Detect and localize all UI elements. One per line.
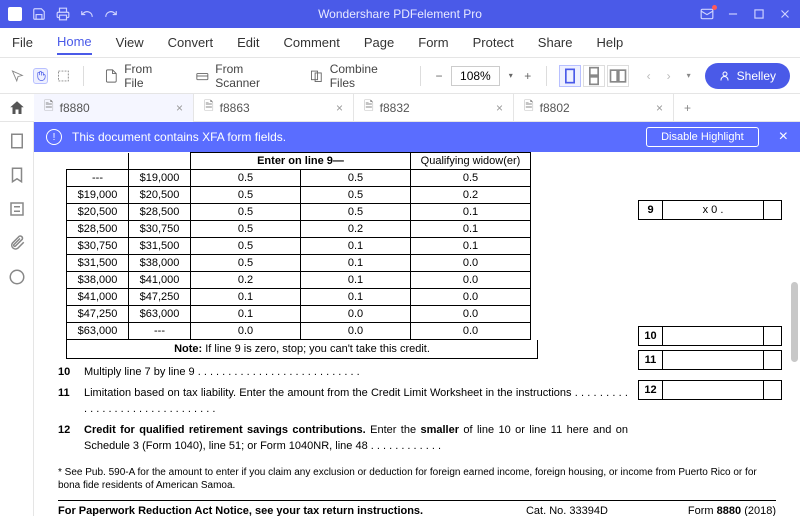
save-icon[interactable] [32, 7, 46, 21]
from-file-button[interactable]: From File [96, 58, 179, 94]
rate-table: Enter on line 9—Qualifying widow(er) ---… [66, 152, 531, 340]
side-box-9: 9x 0 . [638, 200, 782, 220]
menu-share[interactable]: Share [538, 31, 573, 54]
tab-f8802[interactable]: 🗎f8802× [514, 94, 674, 122]
sidebar [0, 122, 34, 516]
hand-icon[interactable] [33, 68, 48, 84]
banner-close-icon[interactable]: × [779, 128, 788, 146]
table-row: ---$19,0000.50.50.5 [67, 170, 531, 187]
tab-add-icon[interactable]: + [674, 101, 701, 115]
menu-convert[interactable]: Convert [168, 31, 214, 54]
menu-help[interactable]: Help [597, 31, 624, 54]
zoom-value[interactable]: 108% [451, 66, 500, 86]
note-row: Note: If line 9 is zero, stop; you can't… [66, 340, 538, 359]
menu-home[interactable]: Home [57, 30, 92, 55]
attachment-icon[interactable] [8, 234, 26, 252]
form-footer: For Paperwork Reduction Act Notice, see … [58, 500, 776, 516]
side-box-11: 11 [638, 350, 782, 370]
tab-f8832[interactable]: 🗎f8832× [354, 94, 514, 122]
document-tabs: 🗎f8880× 🗎f8863× 🗎f8832× 🗎f8802× + [0, 94, 800, 122]
next-icon[interactable]: › [661, 68, 677, 84]
table-row: $19,000$20,5000.50.50.2 [67, 187, 531, 204]
side-box-10: 10 [638, 326, 782, 346]
side-box-12: 12 [638, 380, 782, 400]
tab-close-icon[interactable]: × [496, 101, 503, 115]
document-viewport[interactable]: ! This document contains XFA form fields… [34, 122, 800, 516]
comment-icon[interactable] [8, 268, 26, 286]
tab-close-icon[interactable]: × [336, 101, 343, 115]
scrollbar[interactable] [791, 282, 798, 362]
table-row: $20,500$28,5000.50.50.1 [67, 204, 531, 221]
doc-icon: 🗎 [524, 97, 534, 118]
doc-icon: 🗎 [364, 97, 374, 118]
bookmark-icon[interactable] [8, 166, 26, 184]
view-continuous-icon[interactable] [583, 65, 605, 87]
thumbnails-icon[interactable] [8, 132, 26, 150]
menu-edit[interactable]: Edit [237, 31, 259, 54]
doc-icon: 🗎 [44, 97, 54, 118]
prev-icon[interactable]: ‹ [641, 68, 657, 84]
table-row: $47,250$63,0000.10.00.0 [67, 306, 531, 323]
close-icon[interactable] [778, 7, 792, 21]
toolbar: From File From Scanner Combine Files − 1… [0, 58, 800, 94]
minimize-icon[interactable] [726, 7, 740, 21]
table-row: $63,000---0.00.00.0 [67, 323, 531, 340]
menu-page[interactable]: Page [364, 31, 394, 54]
mail-icon[interactable] [700, 7, 714, 21]
pdf-page: 9x 0 . 10 11 12 Enter on line 9—Qualifyi… [34, 152, 800, 516]
menu-protect[interactable]: Protect [473, 31, 514, 54]
titlebar: Wondershare PDFelement Pro [0, 0, 800, 28]
tab-f8880[interactable]: 🗎f8880× [34, 94, 194, 122]
tab-f8863[interactable]: 🗎f8863× [194, 94, 354, 122]
redo-icon[interactable] [104, 7, 118, 21]
zoom-in-icon[interactable]: + [522, 68, 534, 84]
xfa-banner: ! This document contains XFA form fields… [34, 122, 800, 152]
table-row: $28,500$30,7500.50.20.1 [67, 221, 531, 238]
table-row: $30,750$31,5000.50.10.1 [67, 238, 531, 255]
zoom-dropdown-icon[interactable]: ▾ [506, 68, 516, 84]
menu-form[interactable]: Form [418, 31, 448, 54]
footnote: * See Pub. 590-A for the amount to enter… [58, 466, 776, 492]
table-row: $38,000$41,0000.20.10.0 [67, 272, 531, 289]
menu-comment[interactable]: Comment [284, 31, 340, 54]
menu-file[interactable]: File [12, 31, 33, 54]
table-row: $31,500$38,0000.50.10.0 [67, 255, 531, 272]
banner-text: This document contains XFA form fields. [72, 130, 286, 144]
file-icon [104, 68, 119, 84]
print-icon[interactable] [56, 7, 70, 21]
doc-icon: 🗎 [204, 97, 214, 118]
pointer-icon[interactable] [10, 68, 25, 84]
info-icon: ! [46, 129, 62, 145]
tab-close-icon[interactable]: × [656, 101, 663, 115]
home-icon[interactable] [8, 99, 26, 117]
select-icon[interactable] [56, 68, 71, 84]
from-scanner-button[interactable]: From Scanner [187, 58, 293, 94]
combine-files-button[interactable]: Combine Files [301, 58, 408, 94]
view-single-icon[interactable] [559, 65, 581, 87]
maximize-icon[interactable] [752, 7, 766, 21]
undo-icon[interactable] [80, 7, 94, 21]
disable-highlight-button[interactable]: Disable Highlight [646, 127, 759, 147]
user-icon [719, 70, 731, 82]
window-title: Wondershare PDFelement Pro [318, 7, 482, 21]
combine-icon [309, 68, 324, 84]
app-logo-icon [8, 7, 22, 21]
scanner-icon [195, 68, 210, 84]
tab-close-icon[interactable]: × [176, 101, 183, 115]
line-12: 12Credit for qualified retirement saving… [58, 423, 788, 454]
menubar: File Home View Convert Edit Comment Page… [0, 28, 800, 58]
nav-dropdown-icon[interactable]: ▾ [681, 68, 697, 84]
table-row: $41,000$47,2500.10.10.0 [67, 289, 531, 306]
user-button[interactable]: Shelley [705, 63, 790, 89]
search-icon[interactable] [8, 200, 26, 218]
view-facing-icon[interactable] [607, 65, 629, 87]
zoom-out-icon[interactable]: − [433, 68, 445, 84]
menu-view[interactable]: View [116, 31, 144, 54]
